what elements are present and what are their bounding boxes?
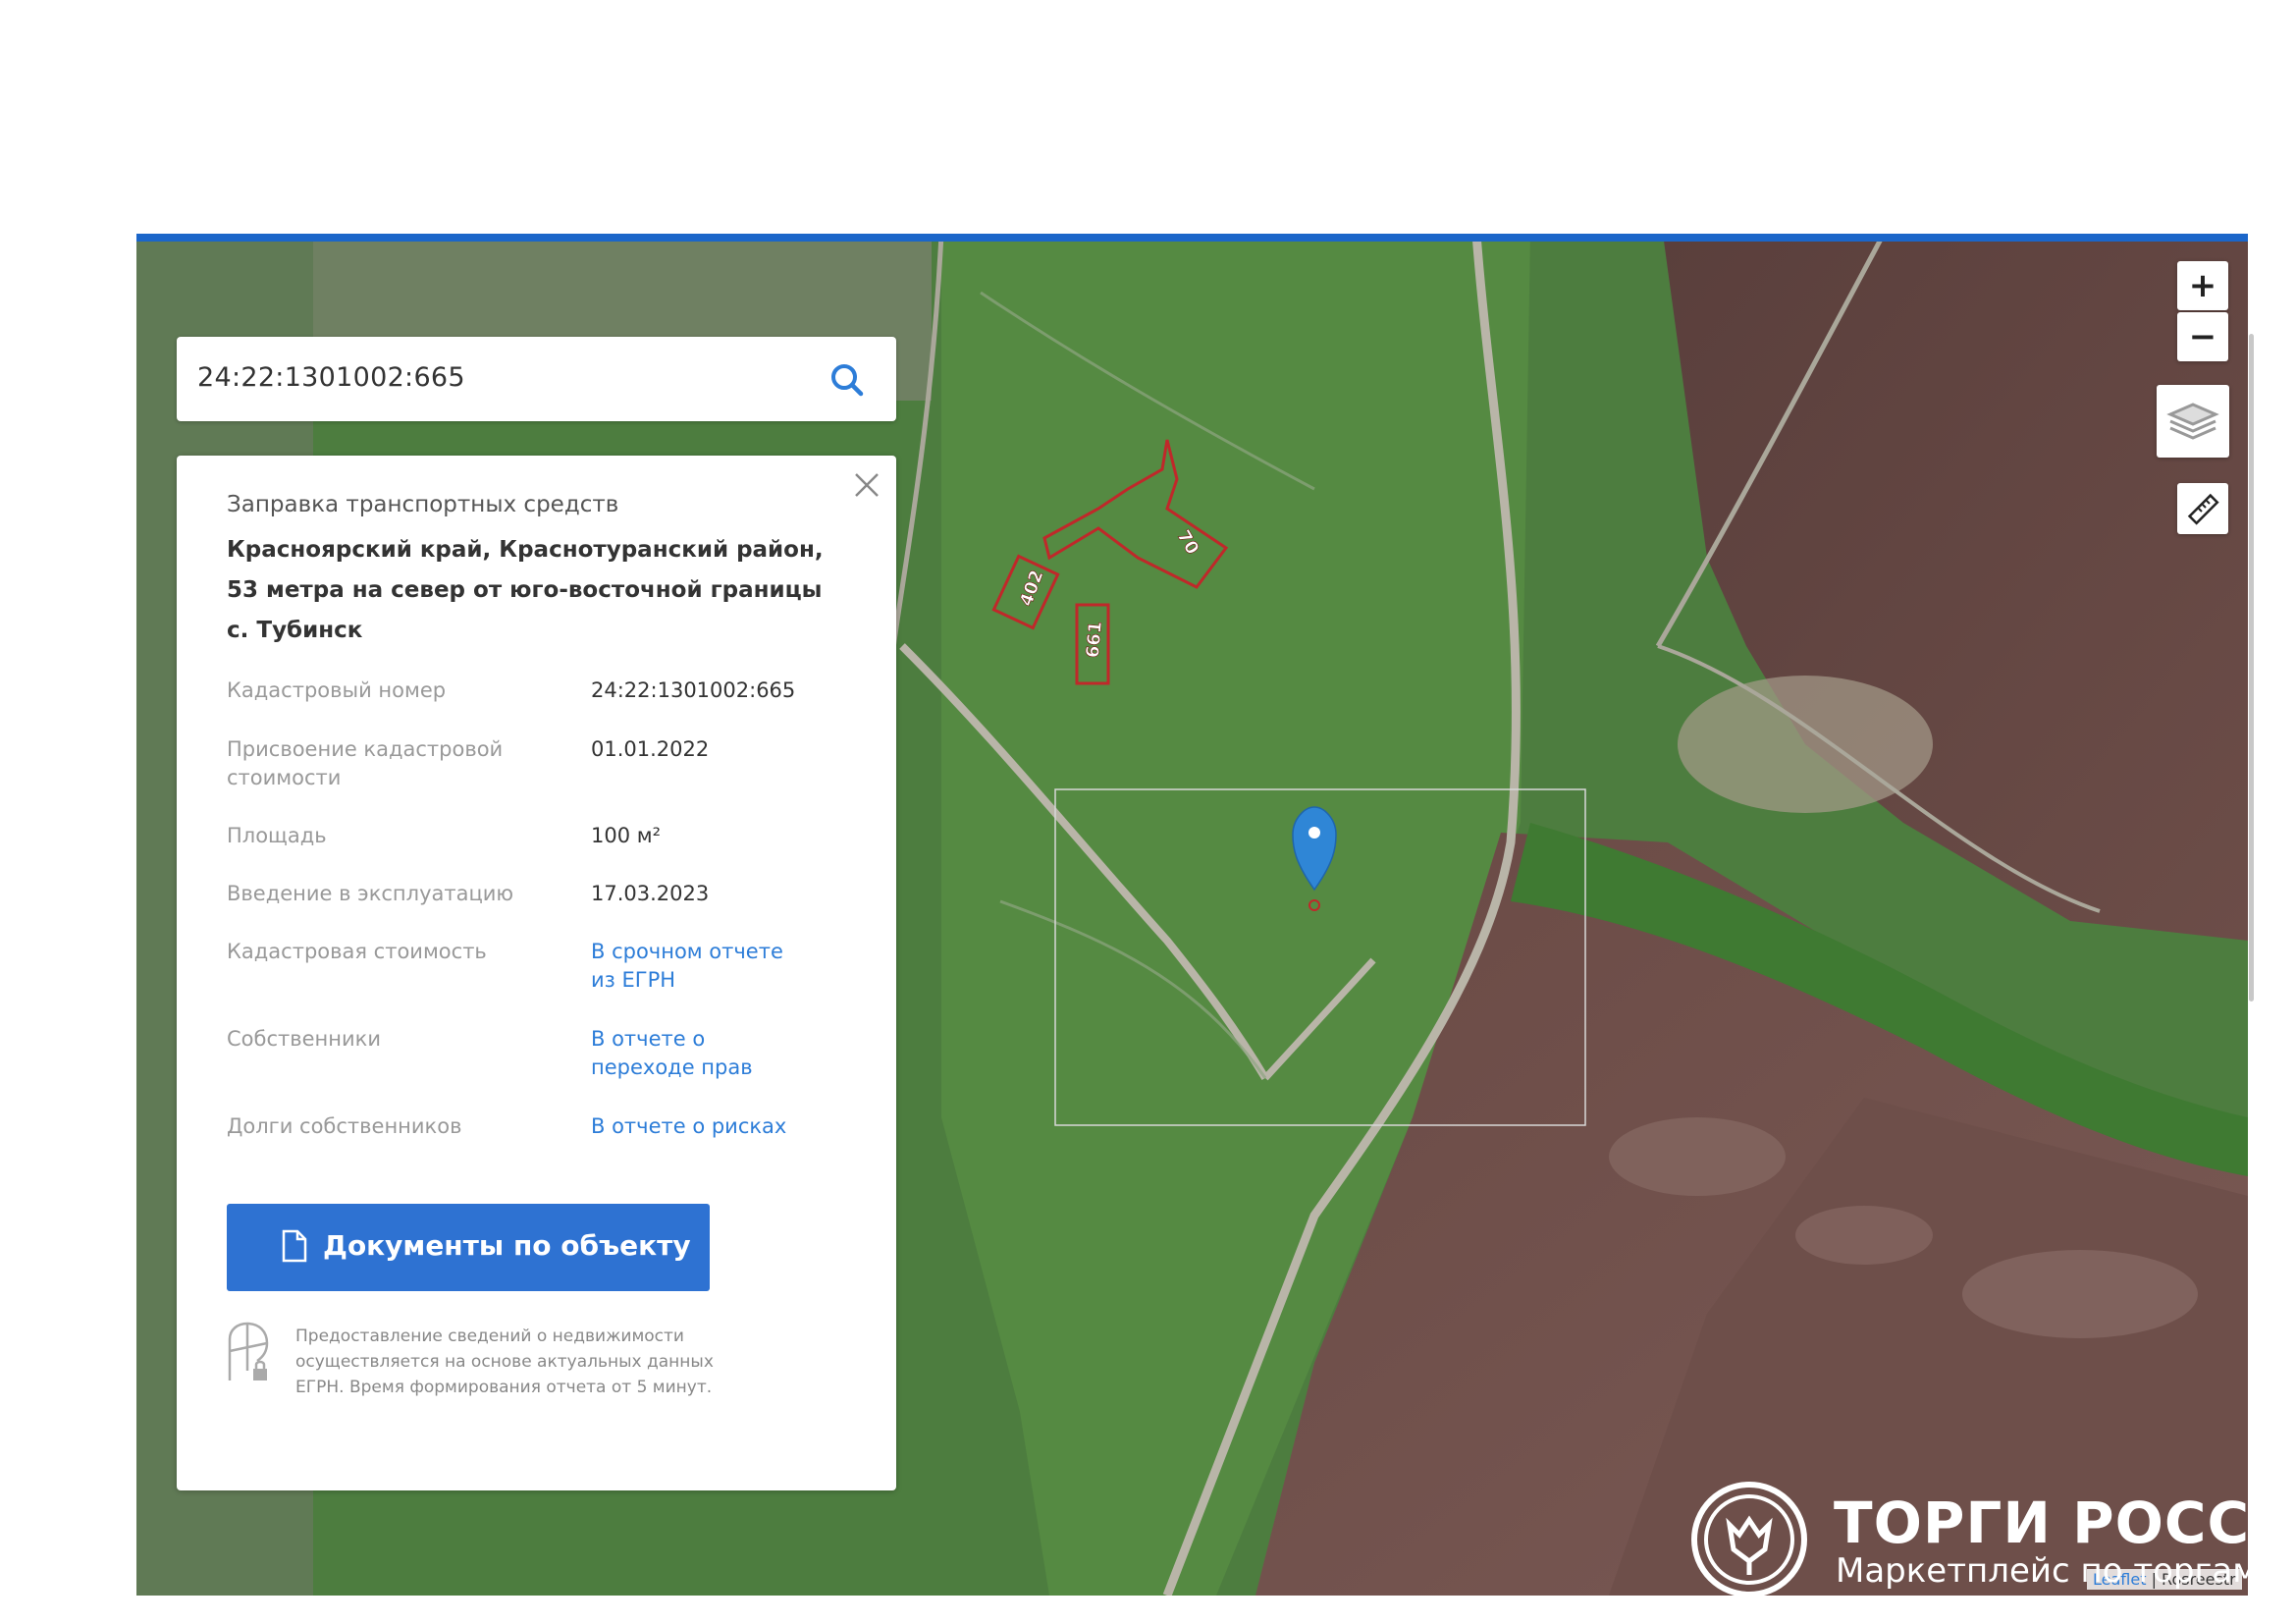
info-label: Кадастровая стоимость <box>227 940 487 963</box>
layers-icon <box>2166 403 2219 440</box>
watermark-subtitle: Маркетплейс по торгам в России <box>1836 1551 2248 1591</box>
zoom-out-button[interactable]: − <box>2177 312 2228 361</box>
info-label: Собственники <box>227 1027 381 1051</box>
zoom-in-icon: + <box>2188 266 2217 305</box>
object-category: Заправка транспортных средств <box>227 492 619 517</box>
document-icon <box>282 1229 307 1263</box>
search-input[interactable]: 24:22:1301002:665 <box>197 362 465 393</box>
urgent-report-link[interactable]: В срочном отчете из ЕГРН <box>591 938 787 995</box>
parcel-label-661: 661 <box>1083 621 1106 659</box>
ruler-icon <box>2187 493 2219 525</box>
zoom-in-button[interactable]: + <box>2177 261 2228 310</box>
close-icon[interactable] <box>851 469 882 501</box>
watermark: ТОРГИ РОССИИ Маркетплейс по торгам в Рос… <box>1669 1473 2248 1596</box>
info-label: Введение в эксплуатацию <box>227 882 514 905</box>
map-scrollbar[interactable] <box>2249 334 2254 1001</box>
info-value: 24:22:1301002:665 <box>591 678 796 702</box>
info-label: Присвоение кадастровой стоимости <box>227 737 504 789</box>
object-address: Красноярский край, Краснотуранский район… <box>227 537 824 643</box>
documents-button-label: Документы по объекту <box>323 1229 691 1262</box>
info-label: Площадь <box>227 824 327 847</box>
ownership-report-link[interactable]: В отчете о переходе прав <box>591 1025 777 1082</box>
info-label: Кадастровый номер <box>227 678 447 702</box>
info-value: 17.03.2023 <box>591 882 710 905</box>
layers-button[interactable] <box>2157 385 2229 458</box>
egrn-lock-icon <box>228 1322 269 1380</box>
search-icon[interactable] <box>828 360 867 400</box>
cadastral-search-box[interactable]: 24:22:1301002:665 <box>177 337 896 421</box>
info-value: 100 м² <box>591 824 662 847</box>
object-info-panel: Заправка транспортных средств Красноярск… <box>177 456 896 1490</box>
documents-button[interactable]: Документы по объекту <box>227 1204 710 1291</box>
info-value: 01.01.2022 <box>591 737 710 761</box>
risk-report-link[interactable]: В отчете о рисках <box>591 1112 846 1141</box>
egrn-notice: Предоставление сведений о недвижимости о… <box>295 1326 714 1397</box>
watermark-title: ТОРГИ РОССИИ <box>1834 1489 2248 1556</box>
map-top-bar <box>136 234 2248 242</box>
measure-button[interactable] <box>2177 483 2228 534</box>
zoom-out-icon: − <box>2188 317 2217 356</box>
info-label: Долги собственников <box>227 1114 462 1138</box>
